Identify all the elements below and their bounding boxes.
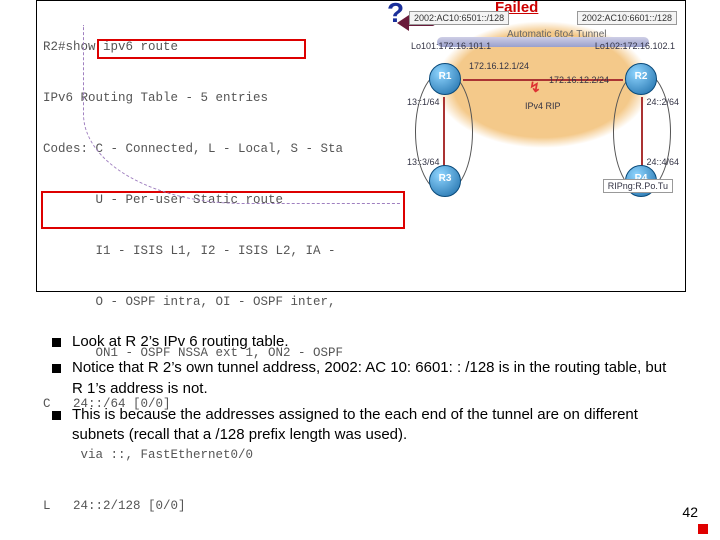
ip-r1-s: 172.16.12.1/24 — [469, 61, 529, 71]
cli-line: L 24::2/128 [0/0] — [43, 498, 343, 515]
loopback-r1: Lo101:172.16.101.1 — [411, 41, 491, 51]
if-24-2: 24::2/64 — [646, 97, 679, 107]
link-r1-r3 — [443, 97, 445, 167]
highlight-codes — [97, 39, 306, 59]
router-label: R2 — [626, 71, 656, 82]
if-24-4: 24::4/64 — [646, 157, 679, 167]
link-break-icon: ↯ — [529, 79, 549, 91]
page-number: 42 — [682, 504, 698, 520]
router-r1: R1 — [429, 63, 461, 95]
main-panel: R2#show ipv6 route IPv6 Routing Table - … — [36, 0, 686, 292]
router-label: R3 — [430, 173, 460, 184]
cli-line: O - OSPF intra, OI - OSPF inter, — [43, 294, 343, 311]
bullet-item: This is because the addresses assigned t… — [52, 405, 680, 446]
router-r2: R2 — [625, 63, 657, 95]
router-label: R1 — [430, 71, 460, 82]
router-r3: R3 — [429, 165, 461, 197]
bullet-list: Look at R 2’s IPv 6 routing table. Notic… — [52, 332, 680, 451]
cli-line: IPv6 Routing Table - 5 entries — [43, 90, 343, 107]
link-r2-r4 — [641, 97, 643, 167]
bullet-item: Notice that R 2’s own tunnel address, 20… — [52, 358, 680, 399]
legend-text: RIPng:R.Po.Tu — [608, 181, 668, 191]
bullet-item: Look at R 2’s IPv 6 routing table. — [52, 332, 680, 352]
ipv4-rip-label: IPv4 RIP — [525, 101, 561, 111]
addr-r1-tunnel: 2002:AC10:6501::/128 — [409, 11, 509, 25]
cli-output: R2#show ipv6 route IPv6 Routing Table - … — [43, 5, 343, 540]
ip-r2-s: 172.16.12.2/24 — [549, 75, 609, 85]
network-diagram: Failed 2002:AC10:6501::/128 2002:AC10:66… — [407, 1, 679, 221]
legend-box: RIPng:R.Po.Tu — [603, 179, 673, 193]
brand-dot-icon — [698, 524, 708, 534]
highlight-tunnel-route — [41, 191, 405, 229]
cli-line: Codes: C - Connected, L - Local, S - Sta — [43, 141, 343, 158]
addr-r2-tunnel: 2002:AC10:6601::/128 — [577, 11, 677, 25]
if-13-1: 13::1/64 — [407, 97, 440, 107]
loopback-r2: Lo102:172.16.102.1 — [595, 41, 675, 51]
cli-line: I1 - ISIS L1, I2 - ISIS L2, IA - — [43, 243, 343, 260]
if-13-3: 13::3/64 — [407, 157, 440, 167]
